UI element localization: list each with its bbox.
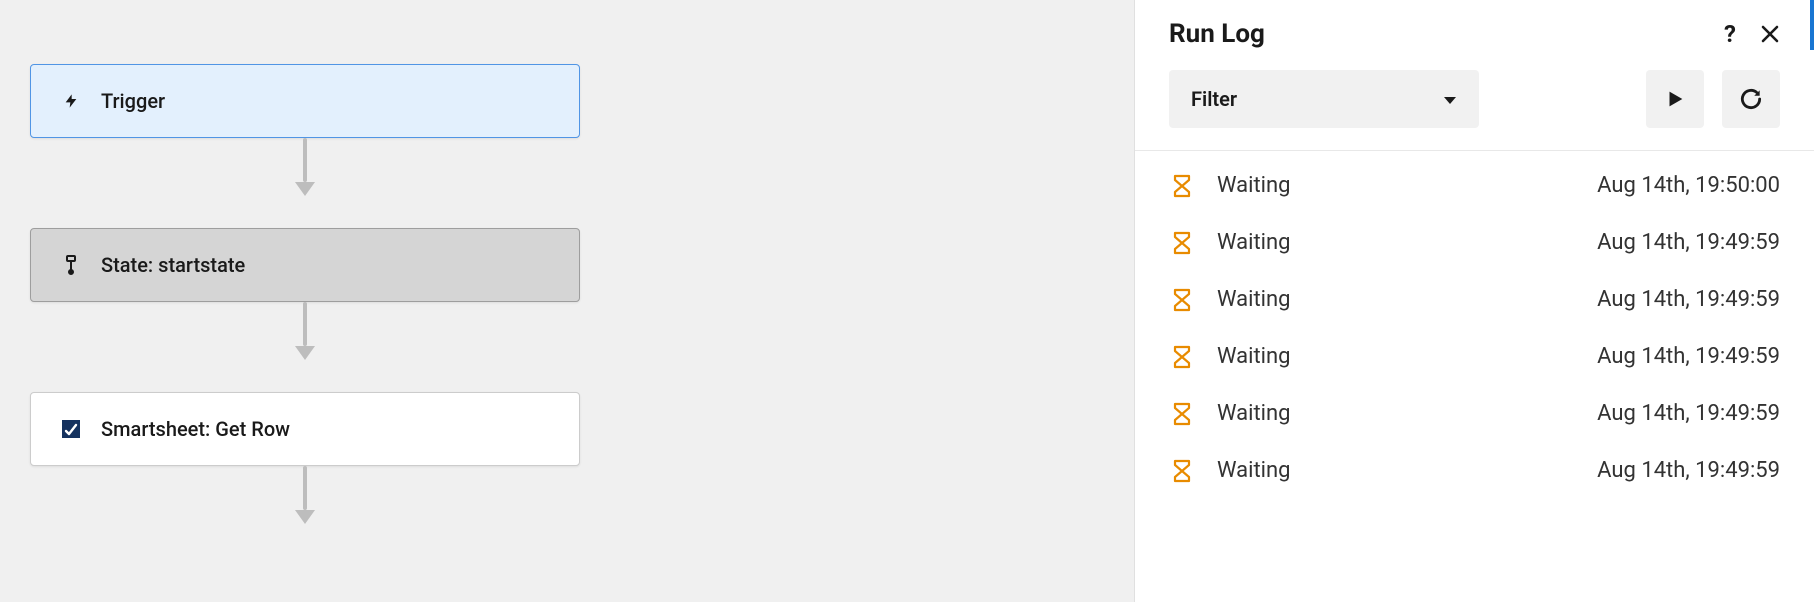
log-status: Waiting: [1217, 344, 1291, 369]
node-state[interactable]: State: startstate: [30, 228, 580, 302]
node-state-label: State: startstate: [101, 253, 245, 277]
log-row[interactable]: Waiting Aug 14th, 19:49:59: [1135, 442, 1814, 499]
hourglass-icon: [1169, 345, 1195, 369]
log-row[interactable]: Waiting Aug 14th, 19:49:59: [1135, 328, 1814, 385]
log-row[interactable]: Waiting Aug 14th, 19:49:59: [1135, 271, 1814, 328]
run-log-list[interactable]: Waiting Aug 14th, 19:50:00 Waiting Aug 1…: [1135, 151, 1814, 602]
chevron-down-icon: [1443, 87, 1457, 111]
log-row[interactable]: Waiting Aug 14th, 19:49:59: [1135, 385, 1814, 442]
panel-accent: [1810, 0, 1814, 50]
lightning-icon: [59, 91, 83, 111]
hourglass-icon: [1169, 288, 1195, 312]
node-smartsheet[interactable]: Smartsheet: Get Row: [30, 392, 580, 466]
log-status: Waiting: [1217, 401, 1291, 426]
log-status: Waiting: [1217, 458, 1291, 483]
log-timestamp: Aug 14th, 19:49:59: [1597, 287, 1780, 312]
help-icon[interactable]: ?: [1724, 18, 1736, 50]
log-timestamp: Aug 14th, 19:49:59: [1597, 401, 1780, 426]
node-action-label: Smartsheet: Get Row: [101, 417, 290, 441]
play-button[interactable]: [1646, 70, 1704, 128]
close-icon[interactable]: [1760, 18, 1780, 50]
hourglass-icon: [1169, 174, 1195, 198]
refresh-button[interactable]: [1722, 70, 1780, 128]
node-trigger[interactable]: Trigger: [30, 64, 580, 138]
connector-arrow: [303, 466, 307, 566]
log-status: Waiting: [1217, 230, 1291, 255]
log-timestamp: Aug 14th, 19:49:59: [1597, 344, 1780, 369]
node-trigger-label: Trigger: [101, 89, 165, 113]
filter-label: Filter: [1191, 87, 1237, 111]
state-icon: [59, 255, 83, 275]
log-timestamp: Aug 14th, 19:50:00: [1597, 173, 1780, 198]
workflow-canvas[interactable]: Trigger State: startstate Smartsheet: Ge…: [0, 0, 1134, 602]
log-timestamp: Aug 14th, 19:49:59: [1597, 230, 1780, 255]
hourglass-icon: [1169, 459, 1195, 483]
log-status: Waiting: [1217, 287, 1291, 312]
panel-title: Run Log: [1169, 19, 1265, 49]
filter-dropdown[interactable]: Filter: [1169, 70, 1479, 128]
run-log-panel: Run Log ? Filter: [1134, 0, 1814, 602]
log-status: Waiting: [1217, 173, 1291, 198]
connector-arrow: [303, 138, 307, 228]
hourglass-icon: [1169, 402, 1195, 426]
panel-controls: Filter: [1135, 70, 1814, 151]
connector-arrow: [303, 302, 307, 392]
log-row[interactable]: Waiting Aug 14th, 19:49:59: [1135, 214, 1814, 271]
log-timestamp: Aug 14th, 19:49:59: [1597, 458, 1780, 483]
play-icon: [1664, 88, 1686, 110]
log-row[interactable]: Waiting Aug 14th, 19:50:00: [1135, 157, 1814, 214]
refresh-icon: [1738, 86, 1764, 112]
panel-header: Run Log ?: [1135, 0, 1814, 70]
smartsheet-icon: [59, 420, 83, 438]
hourglass-icon: [1169, 231, 1195, 255]
